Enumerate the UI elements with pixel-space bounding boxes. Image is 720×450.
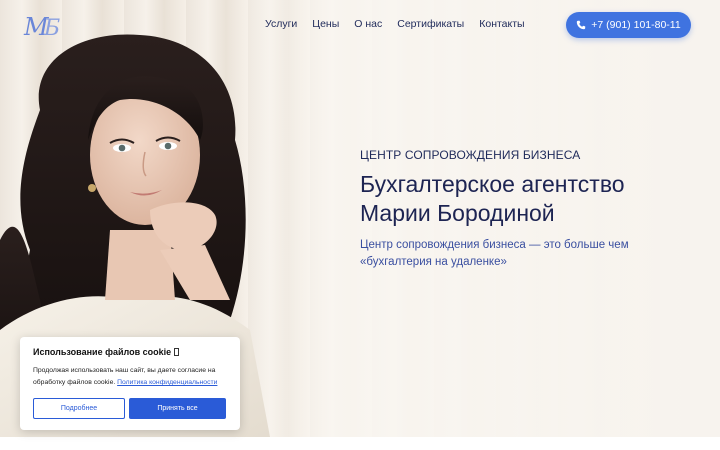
cookie-accept-button[interactable]: Принять все (129, 398, 226, 419)
main-nav: Услуги Цены О нас Сертификаты Контакты (265, 18, 540, 30)
phone-number: +7 (901) 101-80-11 (591, 19, 681, 31)
cookie-text: Продолжая использовать наш сайт, вы дает… (33, 365, 227, 389)
phone-button[interactable]: +7 (901) 101-80-11 (566, 12, 691, 38)
nav-item-certificates[interactable]: Сертификаты (397, 18, 464, 30)
hero-title-line2: Марии Бородиной (360, 200, 555, 226)
hero-subtitle: Центр сопровождения бизнеса — это больше… (360, 237, 660, 271)
cookie-banner: Использование файлов cookie Продолжая ис… (20, 337, 240, 430)
brand-logo[interactable]: М Б (22, 10, 66, 40)
hero-title-line1: Бухгалтерское агентство (360, 171, 625, 197)
cookie-title: Использование файлов cookie (33, 347, 227, 357)
nav-item-contacts[interactable]: Контакты (479, 18, 524, 30)
svg-text:Б: Б (43, 16, 60, 40)
cookie-buttons: Подробнее Принять все (33, 398, 226, 419)
cookie-glyph-icon (174, 348, 180, 356)
hero-subtitle-line2: «бухгалтерия на удаленке» (360, 256, 507, 268)
cookie-more-button[interactable]: Подробнее (33, 398, 125, 419)
nav-item-services[interactable]: Услуги (265, 18, 297, 30)
hero-title: Бухгалтерское агентство Марии Бородиной (360, 170, 690, 228)
nav-item-prices[interactable]: Цены (312, 18, 339, 30)
privacy-policy-link[interactable]: Политика конфиденциальности (117, 379, 217, 386)
page-bottom-strip (0, 437, 720, 450)
nav-item-about[interactable]: О нас (354, 18, 382, 30)
phone-icon (577, 20, 586, 30)
cookie-title-text: Использование файлов cookie (33, 347, 172, 357)
hero-subtitle-line1: Центр сопровождения бизнеса — это больше… (360, 239, 629, 251)
hero-eyebrow: ЦЕНТР СОПРОВОЖДЕНИЯ БИЗНЕСА (360, 148, 581, 162)
